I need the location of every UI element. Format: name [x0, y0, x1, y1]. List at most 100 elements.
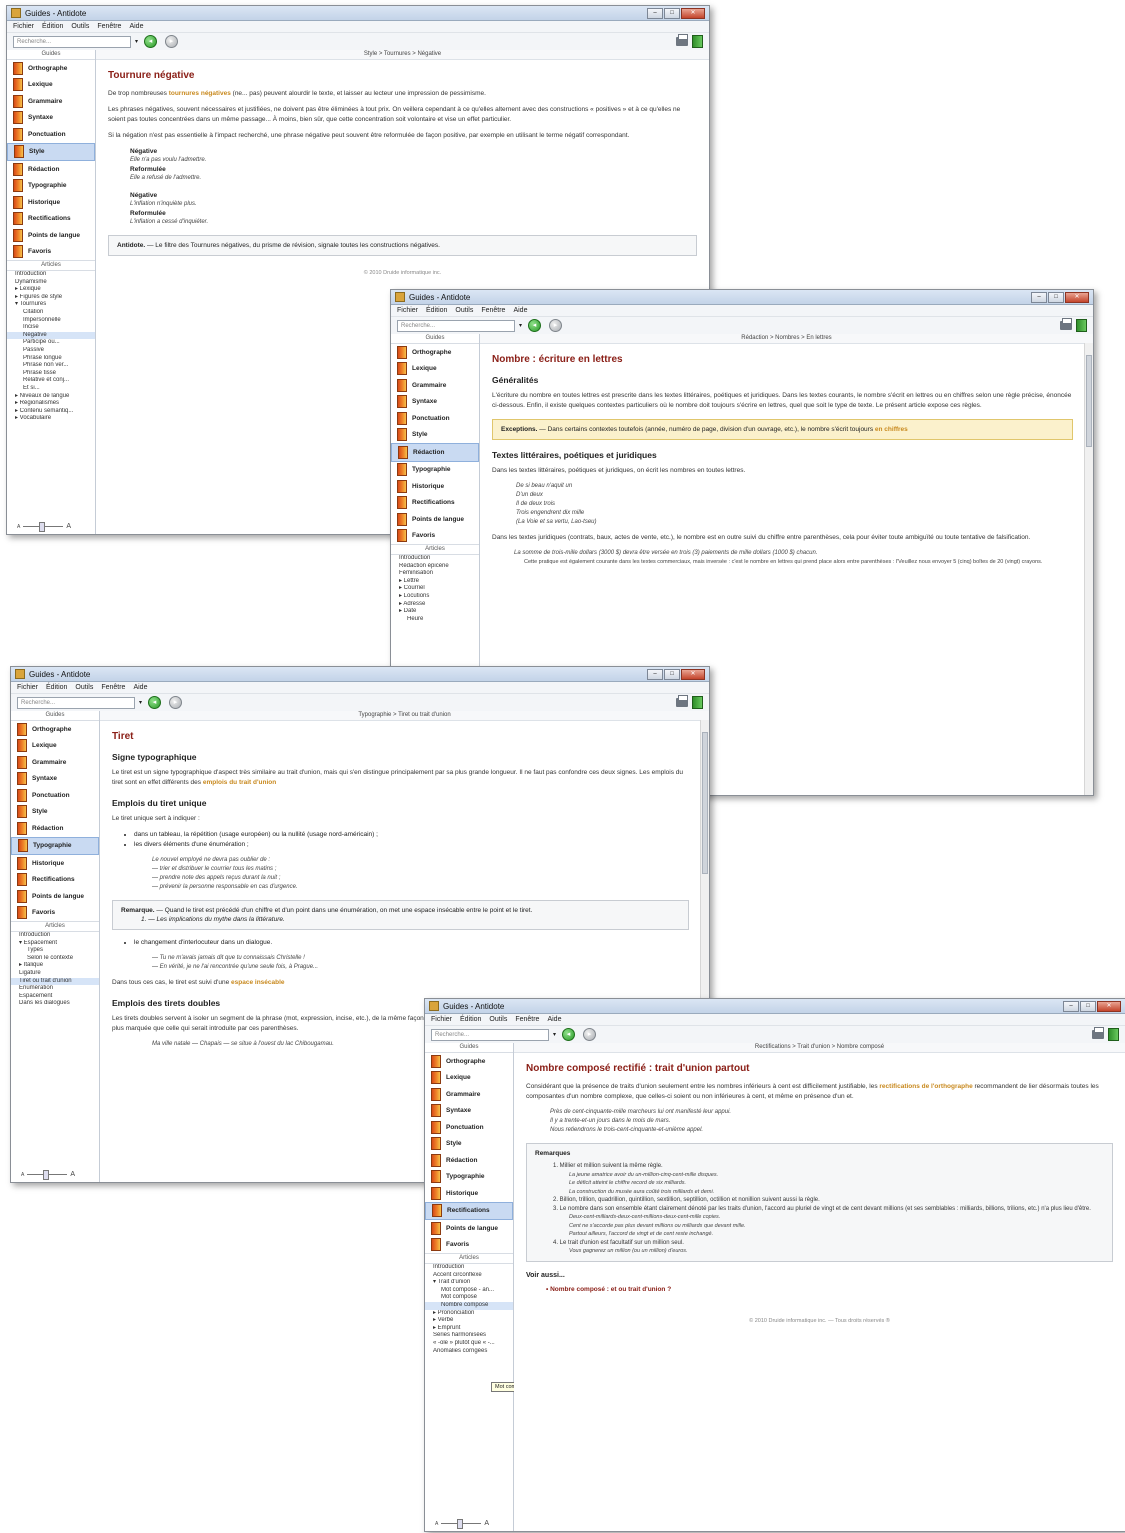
- sidebar-item-orthographe[interactable]: Orthographe: [391, 344, 479, 361]
- article-item[interactable]: Nombre composé: [425, 1301, 513, 1310]
- link-emplois-trait-union[interactable]: emplois du trait d'union: [203, 779, 276, 786]
- article-item[interactable]: ▸ Adresse: [391, 601, 479, 609]
- sidebar-item-typographie[interactable]: Typographie: [7, 178, 95, 195]
- article-item[interactable]: « -ole » plutôt que « -...: [425, 1340, 513, 1348]
- title-bar[interactable]: Guides - Antidote – □ ✕: [7, 6, 709, 21]
- link-espace-insecable[interactable]: espace insécable: [231, 979, 284, 986]
- sidebar-item-style[interactable]: Style: [11, 804, 99, 821]
- close-button[interactable]: ✕: [681, 7, 705, 19]
- article-item[interactable]: Introduction: [425, 1264, 513, 1272]
- article-item[interactable]: ▸ Prononciation: [425, 1310, 513, 1318]
- article-item[interactable]: Types: [11, 947, 99, 955]
- article-item[interactable]: ▸ Régionalismes: [7, 400, 95, 408]
- article-item[interactable]: ▸ Figures de style: [7, 294, 95, 302]
- article-item[interactable]: ▸ Contenu sémantiq...: [7, 408, 95, 416]
- title-bar[interactable]: Guides - Antidote – □ ✕: [391, 290, 1093, 305]
- sidebar-item-redaction[interactable]: Rédaction: [7, 161, 95, 178]
- maximize-button[interactable]: □: [1080, 1000, 1096, 1012]
- forward-arrow-icon[interactable]: ▸: [169, 696, 183, 709]
- menu-aide[interactable]: Aide: [513, 307, 527, 314]
- article-item[interactable]: Et si...: [7, 385, 95, 393]
- sidebar-item-favoris[interactable]: Favoris: [425, 1237, 513, 1254]
- print-icon[interactable]: [676, 695, 688, 707]
- back-arrow-icon[interactable]: ◂: [562, 1028, 576, 1041]
- article-item[interactable]: Introduction: [7, 271, 95, 279]
- sidebar-item-historique[interactable]: Historique: [425, 1185, 513, 1202]
- link-rectifications[interactable]: rectifications de l'orthographe: [879, 1083, 972, 1090]
- sidebar-item-style[interactable]: Style: [7, 142, 95, 161]
- sidebar-item-historique[interactable]: Historique: [391, 478, 479, 495]
- menu-fichier[interactable]: Fichier: [13, 23, 34, 30]
- sidebar-item-points-de-langue[interactable]: Points de langue: [11, 888, 99, 905]
- article-item[interactable]: ▸ Verbe: [425, 1317, 513, 1325]
- maximize-button[interactable]: □: [664, 7, 680, 19]
- minimize-button[interactable]: –: [647, 668, 663, 680]
- book-icon[interactable]: [1076, 319, 1087, 332]
- sidebar-item-typographie[interactable]: Typographie: [11, 836, 99, 855]
- menu-fichier[interactable]: Fichier: [17, 684, 38, 691]
- forward-arrow-icon[interactable]: ▸: [165, 35, 179, 48]
- sidebar-item-lexique[interactable]: Lexique: [11, 738, 99, 755]
- sidebar-item-favoris[interactable]: Favoris: [391, 528, 479, 545]
- close-button[interactable]: ✕: [1097, 1000, 1121, 1012]
- sidebar-item-ponctuation[interactable]: Ponctuation: [7, 126, 95, 143]
- vertical-scrollbar[interactable]: [1084, 343, 1093, 795]
- article-item[interactable]: Féminisation: [391, 570, 479, 578]
- article-item[interactable]: Phrase non ver...: [7, 362, 95, 370]
- sidebar-item-typographie[interactable]: Typographie: [425, 1169, 513, 1186]
- sidebar-item-grammaire[interactable]: Grammaire: [7, 93, 95, 110]
- chevron-down-icon[interactable]: ▾: [553, 1031, 556, 1038]
- minimize-button[interactable]: –: [1031, 291, 1047, 303]
- sidebar-item-redaction[interactable]: Rédaction: [391, 443, 479, 462]
- sidebar-item-redaction[interactable]: Rédaction: [11, 820, 99, 837]
- article-item[interactable]: Dynamisme: [7, 279, 95, 287]
- menu-edition[interactable]: Édition: [460, 1016, 481, 1023]
- article-item[interactable]: Tiret ou trait d'union: [11, 977, 99, 986]
- menu-fichier[interactable]: Fichier: [431, 1016, 452, 1023]
- link-en-chiffres[interactable]: en chiffres: [875, 426, 908, 433]
- back-arrow-icon[interactable]: ◂: [144, 35, 158, 48]
- title-bar[interactable]: Guides - Antidote – □ ✕: [425, 999, 1125, 1014]
- article-item[interactable]: Rédaction épicène: [391, 563, 479, 571]
- sidebar-item-rectifications[interactable]: Rectifications: [11, 872, 99, 889]
- sidebar-item-typographie[interactable]: Typographie: [391, 462, 479, 479]
- sidebar-item-style[interactable]: Style: [425, 1136, 513, 1153]
- chevron-down-icon[interactable]: ▾: [139, 699, 142, 706]
- article-item[interactable]: Selon le contexte: [11, 955, 99, 963]
- minimize-button[interactable]: –: [1063, 1000, 1079, 1012]
- print-icon[interactable]: [1060, 318, 1072, 330]
- sidebar-item-lexique[interactable]: Lexique: [391, 361, 479, 378]
- search-input[interactable]: Recherche...: [17, 696, 135, 709]
- menu-edition[interactable]: Édition: [42, 23, 63, 30]
- menu-aide[interactable]: Aide: [133, 684, 147, 691]
- article-item[interactable]: Relative et conj...: [7, 377, 95, 385]
- article-item[interactable]: ▸ Date: [391, 608, 479, 616]
- sidebar-item-ponctuation[interactable]: Ponctuation: [425, 1119, 513, 1136]
- article-item[interactable]: ▸ Niveaux de langue: [7, 393, 95, 401]
- article-item[interactable]: Citation: [7, 309, 95, 317]
- article-item[interactable]: ▸ Lexique: [7, 286, 95, 294]
- article-item[interactable]: ▸ Italique: [11, 962, 99, 970]
- menu-aide[interactable]: Aide: [547, 1016, 561, 1023]
- article-item[interactable]: Ligature: [11, 970, 99, 978]
- article-item[interactable]: Mot composé - an...: [425, 1287, 513, 1295]
- article-item[interactable]: Séries harmonisées: [425, 1332, 513, 1340]
- sidebar-item-syntaxe[interactable]: Syntaxe: [391, 394, 479, 411]
- menu-outils[interactable]: Outils: [75, 684, 93, 691]
- book-icon[interactable]: [1108, 1028, 1119, 1041]
- menu-fenetre[interactable]: Fenêtre: [515, 1016, 539, 1023]
- sidebar-item-points-de-langue[interactable]: Points de langue: [425, 1220, 513, 1237]
- article-item[interactable]: ▸ Emprunt: [425, 1325, 513, 1333]
- article-item[interactable]: ▾ Tournures: [7, 301, 95, 309]
- sidebar-item-syntaxe[interactable]: Syntaxe: [11, 771, 99, 788]
- search-input[interactable]: Recherche...: [397, 319, 515, 332]
- menu-fenetre[interactable]: Fenêtre: [481, 307, 505, 314]
- menu-outils[interactable]: Outils: [455, 307, 473, 314]
- maximize-button[interactable]: □: [664, 668, 680, 680]
- book-icon[interactable]: [692, 696, 703, 709]
- forward-arrow-icon[interactable]: ▸: [549, 319, 563, 332]
- maximize-button[interactable]: □: [1048, 291, 1064, 303]
- article-item[interactable]: ▸ Courriel: [391, 585, 479, 593]
- sidebar-item-lexique[interactable]: Lexique: [7, 77, 95, 94]
- minimize-button[interactable]: –: [647, 7, 663, 19]
